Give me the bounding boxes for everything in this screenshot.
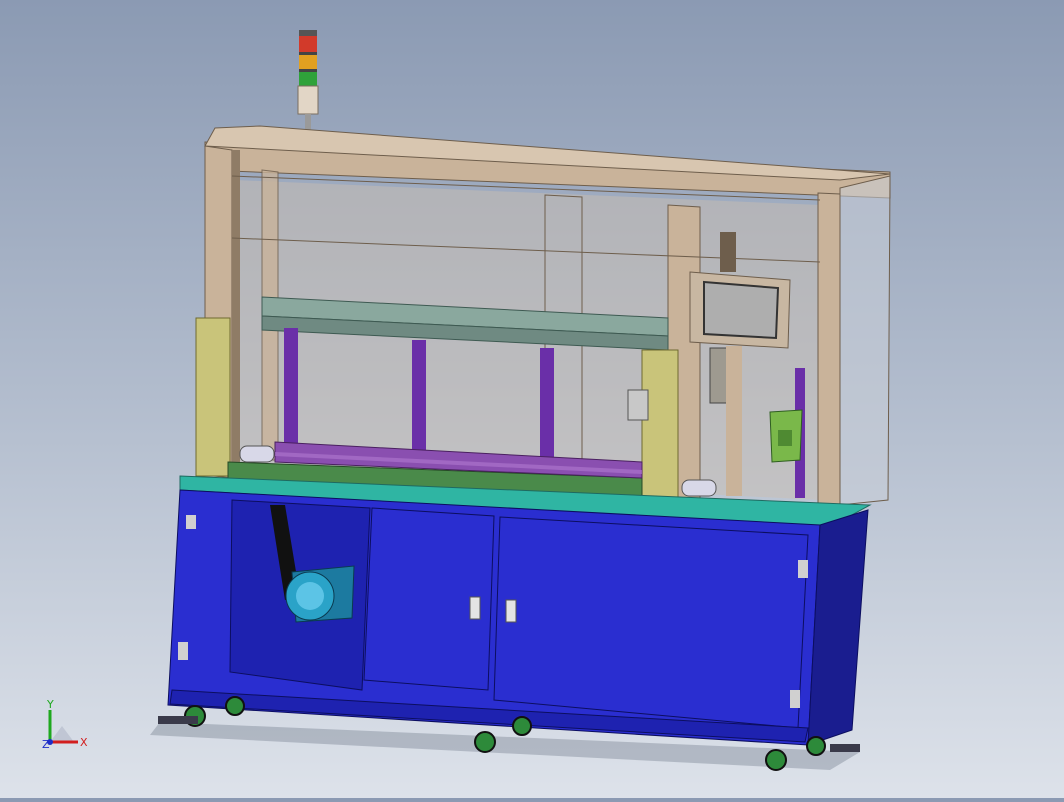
- door-handle-right[interactable]: [505, 599, 517, 623]
- triad-x-label: X: [80, 736, 88, 749]
- tower-red-lamp: [299, 36, 317, 52]
- door-handle-left[interactable]: [469, 596, 481, 620]
- right-door[interactable]: [493, 516, 809, 729]
- coordinate-triad: X Y Z: [42, 698, 88, 751]
- triad-y-label: Y: [46, 698, 54, 711]
- left-yellow-post: [195, 317, 231, 477]
- cad-viewport[interactable]: [0, 0, 1064, 798]
- right-upright: [817, 192, 841, 506]
- tower-amber-lamp: [299, 55, 317, 69]
- signal-tower[interactable]: [297, 30, 319, 130]
- machine-model: [150, 30, 891, 771]
- tower-green-lamp: [299, 72, 317, 86]
- green-sensor: [769, 409, 803, 463]
- hmi-display: [703, 280, 780, 340]
- triad-z-label: Z: [42, 738, 50, 751]
- right-yellow-post: [641, 349, 679, 513]
